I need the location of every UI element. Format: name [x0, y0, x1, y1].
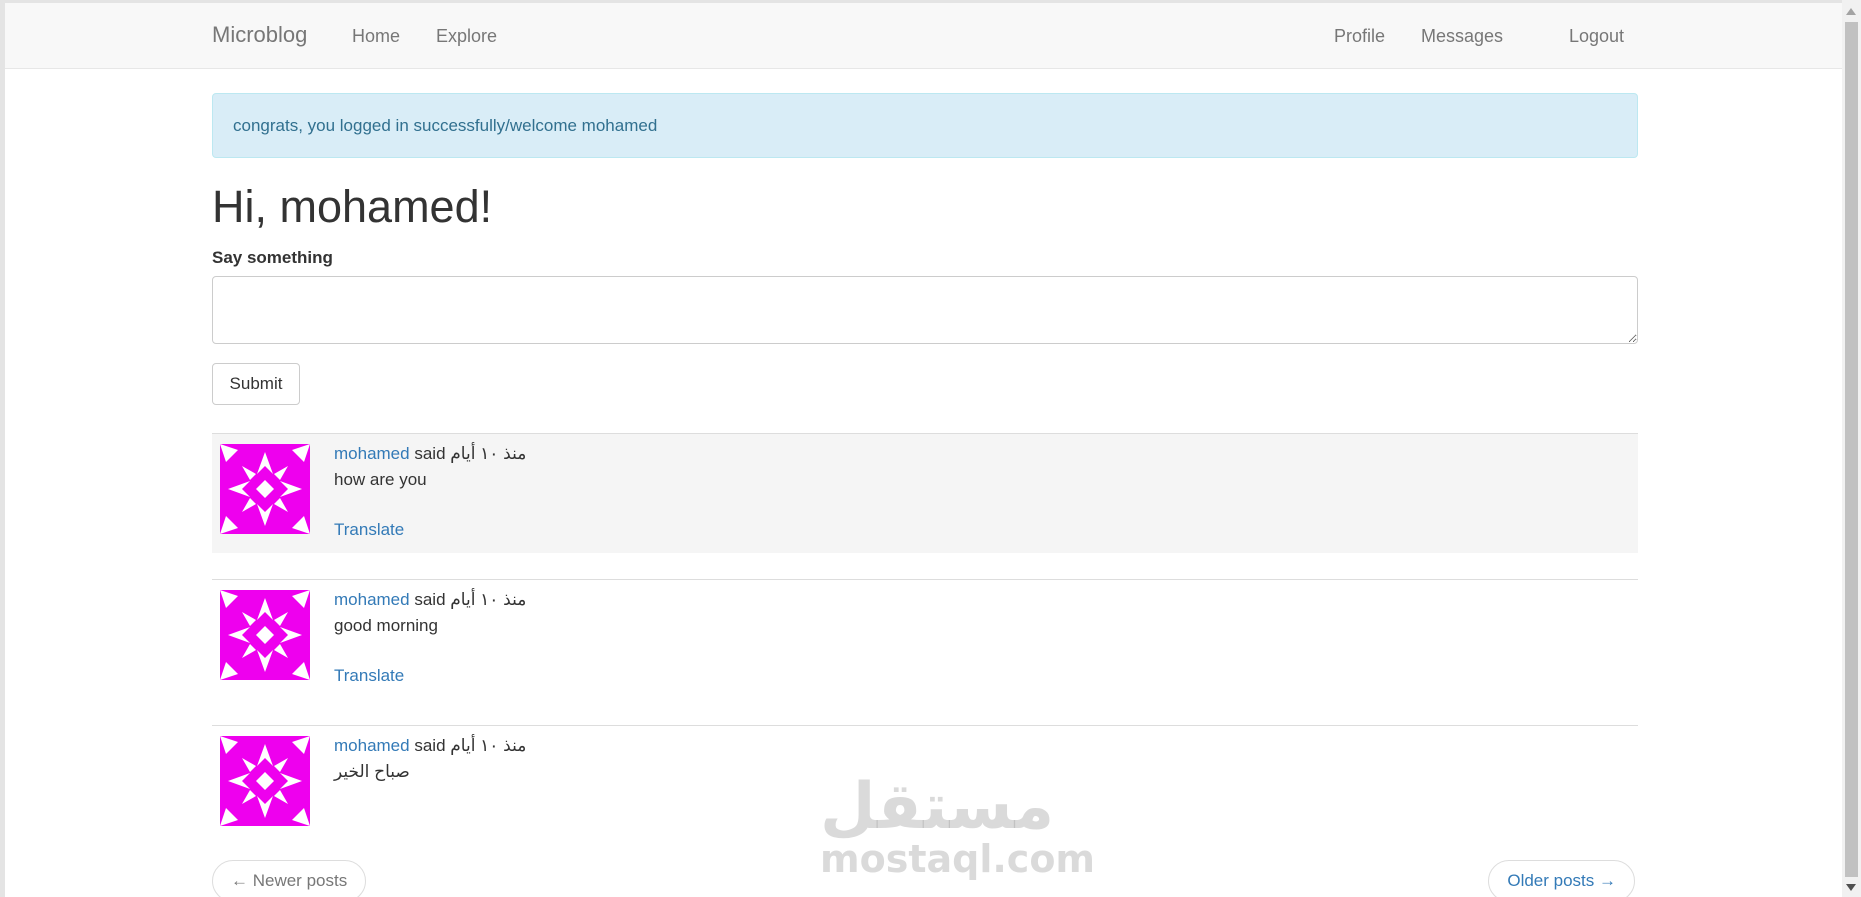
nav-home[interactable]: Home [352, 26, 400, 47]
submit-button[interactable]: Submit [212, 363, 300, 405]
post-item: mohamed said منذ ١٠ أيام good morning Tr… [212, 579, 1638, 699]
browser-viewport: Microblog Home Explore Profile Messages … [0, 0, 1842, 897]
post-timestamp: منذ ١٠ أيام [450, 444, 527, 463]
translate-link[interactable]: Translate [334, 520, 404, 540]
post-body: how are you [334, 470, 427, 489]
brand-link[interactable]: Microblog [212, 22, 307, 48]
navbar: Microblog Home Explore Profile Messages … [5, 3, 1842, 69]
post-author-link[interactable]: mohamed [334, 444, 410, 463]
avatar-icon[interactable] [220, 736, 310, 826]
scroll-thumb[interactable] [1845, 22, 1858, 877]
post-timestamp: منذ ١٠ أيام [450, 736, 527, 755]
watermark-latin: mostaql.com [820, 837, 1096, 881]
nav-profile[interactable]: Profile [1334, 26, 1385, 47]
post-item: mohamed said منذ ١٠ أيام صباح الخير [212, 725, 1638, 845]
newer-posts-button[interactable]: ← Newer posts [212, 860, 367, 897]
nav-messages[interactable]: Messages [1421, 26, 1503, 47]
vertical-scrollbar[interactable] [1842, 0, 1861, 897]
nav-logout[interactable]: Logout [1569, 26, 1624, 47]
post-meta: mohamed said منذ ١٠ أيام [334, 444, 526, 464]
flash-alert: congrats, you logged in successfully/wel… [212, 93, 1638, 158]
post-timestamp: منذ ١٠ أيام [450, 590, 527, 609]
avatar-icon[interactable] [220, 590, 310, 680]
older-posts-button[interactable]: Older posts → [1488, 860, 1635, 897]
post-author-link[interactable]: mohamed [334, 736, 410, 755]
page-title: Hi, mohamed! [212, 181, 493, 232]
translate-link[interactable]: Translate [334, 666, 404, 686]
scroll-down-arrow-icon[interactable] [1846, 884, 1856, 891]
post-meta: mohamed said منذ ١٠ أيام [334, 736, 526, 756]
post-item: mohamed said منذ ١٠ أيام how are you Tra… [212, 433, 1638, 553]
post-said: said [414, 444, 446, 463]
post-meta: mohamed said منذ ١٠ أيام [334, 590, 526, 610]
post-body: good morning [334, 616, 438, 635]
post-textarea[interactable] [212, 276, 1638, 344]
scroll-up-arrow-icon[interactable] [1846, 8, 1856, 15]
avatar-icon[interactable] [220, 444, 310, 534]
post-author-link[interactable]: mohamed [334, 590, 410, 609]
post-said: said [414, 590, 446, 609]
post-label: Say something [212, 248, 333, 267]
post-said: said [414, 736, 446, 755]
post-body: صباح الخير [334, 762, 410, 781]
nav-explore[interactable]: Explore [436, 26, 497, 47]
